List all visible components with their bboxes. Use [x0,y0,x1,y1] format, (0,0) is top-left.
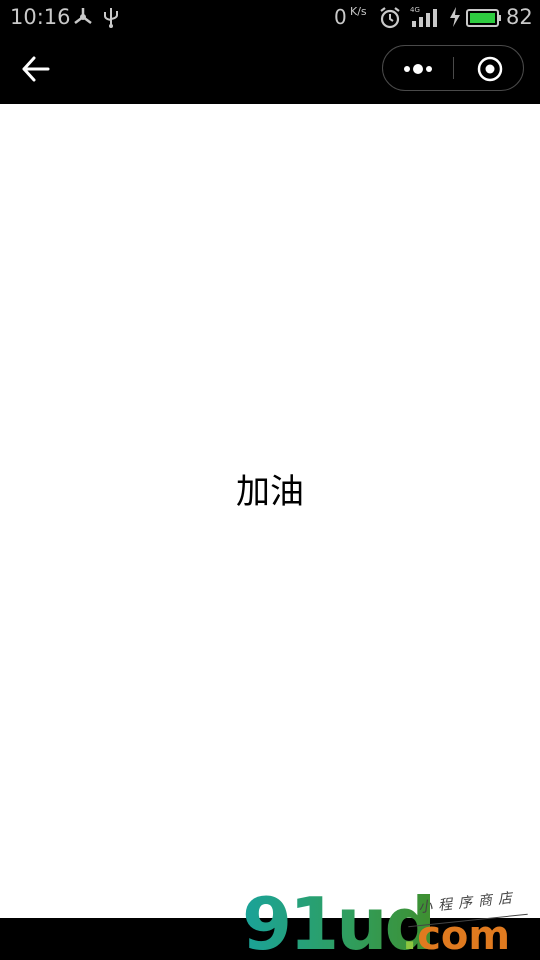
charging-icon [450,7,460,27]
mini-program-capsule [382,45,524,91]
navigation-bar [0,34,540,104]
status-time: 10:16 [10,5,71,29]
watermark-logo: 91ud .com 小程序商店 [240,888,540,960]
alarm-icon [380,7,400,29]
status-bar: 10:16 0 K/s 4G 82 [0,0,540,34]
usb-share-icon [74,8,92,24]
watermark-dot: . [402,913,418,959]
close-mini-program-button[interactable] [454,46,524,90]
target-circle-icon [477,56,503,82]
battery-icon [466,9,501,27]
more-dots-icon [404,64,432,74]
phone-screen: 10:16 0 K/s 4G 82 加油 91ud .com 小程序商店 [0,0,540,960]
battery-percent: 82 [506,5,533,29]
usb-icon [104,8,118,28]
page-content: 加油 [0,104,540,918]
arrow-left-icon [22,56,50,82]
back-button[interactable] [18,52,54,86]
net-speed-value: 0 [334,5,347,29]
more-button[interactable] [383,46,453,90]
main-text: 加油 [236,472,304,512]
signal-icon [412,9,437,27]
net-speed-unit: K/s [350,5,367,18]
